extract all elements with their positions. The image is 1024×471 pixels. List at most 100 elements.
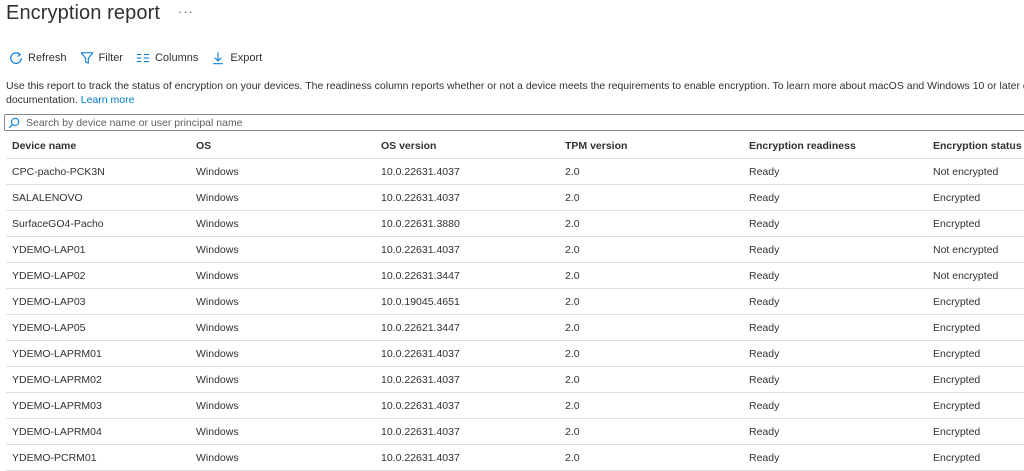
report-description: Use this report to track the status of e…	[6, 79, 1024, 107]
cell-encryption-readiness: Ready	[749, 425, 780, 438]
column-header-os-version[interactable]: OS version	[381, 134, 436, 158]
table-row[interactable]: YDEMO-LAPRM02 Windows 10.0.22631.4037 2.0 Re…	[6, 367, 1024, 393]
refresh-label: Refresh	[28, 52, 67, 64]
column-header-tpm-version[interactable]: TPM version	[565, 134, 627, 158]
table-row[interactable]: YDEMO-PCRM01 Windows 10.0.22631.4037 2.0 Rea…	[6, 445, 1024, 471]
cell-tpm-version: 2.0	[565, 347, 580, 360]
table-row[interactable]: YDEMO-LAPRM04 Windows 10.0.22631.4037 2.0 Re…	[6, 419, 1024, 445]
columns-label: Columns	[154, 52, 199, 64]
cell-os: Windows	[196, 373, 239, 386]
cell-os-version: 10.0.22631.4037	[381, 373, 460, 386]
table-row[interactable]: YDEMO-LAP01 Windows 10.0.22631.4037 2.0 Read…	[6, 237, 1024, 263]
cell-os-version: 10.0.22631.3880	[381, 217, 460, 230]
table-row[interactable]: YDEMO-LAP02 Windows 10.0.22631.3447 2.0 Read…	[6, 263, 1024, 289]
cell-tpm-version: 2.0	[565, 399, 580, 412]
more-options-button[interactable]: ···	[178, 4, 194, 19]
cell-os-version: 10.0.22621.3447	[381, 321, 460, 334]
cell-encryption-status: Encrypted	[933, 217, 981, 230]
cell-os: Windows	[196, 347, 239, 360]
cell-os: Windows	[196, 451, 239, 464]
cell-os-version: 10.0.19045.4651	[381, 295, 460, 308]
refresh-button[interactable]: Refresh	[8, 50, 67, 66]
cell-device-name: YDEMO-LAP05	[12, 321, 86, 334]
cell-tpm-version: 2.0	[565, 217, 580, 230]
cell-device-name: YDEMO-LAPRM02	[12, 373, 102, 386]
table-row[interactable]: YDEMO-LAP03 Windows 10.0.19045.4651 2.0 Read…	[6, 289, 1024, 315]
columns-button[interactable]: Columns	[135, 50, 198, 66]
filter-label: Filter	[98, 52, 123, 64]
cell-os: Windows	[196, 425, 239, 438]
cell-device-name: CPC-pacho-PCK3N	[12, 165, 105, 178]
cell-tpm-version: 2.0	[565, 425, 580, 438]
export-label: Export	[230, 52, 263, 64]
cell-os-version: 10.0.22631.4037	[381, 347, 460, 360]
description-line-1: Use this report to track the status of e…	[6, 80, 1024, 92]
cell-os-version: 10.0.22631.4037	[381, 165, 460, 178]
cell-os: Windows	[196, 295, 239, 308]
cell-os-version: 10.0.22631.4037	[381, 451, 460, 464]
cell-os: Windows	[196, 321, 239, 334]
cell-encryption-readiness: Ready	[749, 191, 780, 204]
filter-icon	[79, 50, 95, 66]
filter-button[interactable]: Filter	[79, 50, 123, 66]
cell-encryption-status: Encrypted	[933, 347, 981, 360]
encryption-table: Device name OS OS version TPM version En…	[6, 134, 1024, 471]
export-button[interactable]: Export	[210, 50, 262, 66]
cell-encryption-readiness: Ready	[749, 399, 780, 412]
table-row[interactable]: SurfaceGO4-Pacho Windows 10.0.22631.3880 2.…	[6, 211, 1024, 237]
column-header-encryption-readiness[interactable]: Encryption readiness	[749, 134, 856, 158]
cell-encryption-status: Encrypted	[933, 425, 981, 438]
column-header-os[interactable]: OS	[196, 134, 211, 158]
table-header-row: Device name OS OS version TPM version En…	[6, 134, 1024, 159]
cell-encryption-readiness: Ready	[749, 269, 780, 282]
cell-device-name: SALALENOVO	[12, 191, 83, 204]
page-header: Encryption report ···	[6, 0, 194, 26]
columns-icon	[135, 50, 151, 66]
description-line-2-text: documentation.	[6, 94, 78, 106]
table-row[interactable]: YDEMO-LAPRM01 Windows 10.0.22631.4037 2.0 Re…	[6, 341, 1024, 367]
cell-os-version: 10.0.22631.4037	[381, 425, 460, 438]
learn-more-link[interactable]: Learn more	[81, 94, 135, 106]
cell-encryption-readiness: Ready	[749, 373, 780, 386]
column-header-encryption-status[interactable]: Encryption status	[933, 134, 1022, 158]
cell-tpm-version: 2.0	[565, 191, 580, 204]
table-row[interactable]: SALALENOVO Windows 10.0.22631.4037 2.0 Ready…	[6, 185, 1024, 211]
cell-tpm-version: 2.0	[565, 165, 580, 178]
cell-encryption-readiness: Ready	[749, 217, 780, 230]
cell-tpm-version: 2.0	[565, 269, 580, 282]
search-input[interactable]	[26, 116, 926, 129]
cell-encryption-readiness: Ready	[749, 295, 780, 308]
cell-encryption-readiness: Ready	[749, 451, 780, 464]
cell-encryption-readiness: Ready	[749, 347, 780, 360]
search-icon	[8, 116, 22, 130]
cell-device-name: YDEMO-LAP01	[12, 243, 86, 256]
description-line-2: documentation. Learn more	[6, 93, 1024, 107]
cell-os: Windows	[196, 217, 239, 230]
cell-encryption-status: Not encrypted	[933, 269, 999, 282]
command-bar: Refresh Filter Columns Export	[8, 47, 274, 69]
export-icon	[210, 50, 226, 66]
cell-tpm-version: 2.0	[565, 451, 580, 464]
cell-tpm-version: 2.0	[565, 373, 580, 386]
cell-device-name: YDEMO-LAP03	[12, 295, 86, 308]
table-row[interactable]: YDEMO-LAPRM03 Windows 10.0.22631.4037 2.0 Re…	[6, 393, 1024, 419]
cell-os: Windows	[196, 269, 239, 282]
column-header-device-name[interactable]: Device name	[12, 134, 76, 158]
table-body: CPC-pacho-PCK3N Windows 10.0.22631.4037 2.0…	[6, 159, 1024, 471]
table-row[interactable]: CPC-pacho-PCK3N Windows 10.0.22631.4037 2.0…	[6, 159, 1024, 185]
cell-device-name: SurfaceGO4-Pacho	[12, 217, 104, 230]
cell-device-name: YDEMO-LAPRM03	[12, 399, 102, 412]
cell-tpm-version: 2.0	[565, 243, 580, 256]
cell-device-name: YDEMO-LAPRM04	[12, 425, 102, 438]
cell-tpm-version: 2.0	[565, 295, 580, 308]
cell-device-name: YDEMO-LAP02	[12, 269, 86, 282]
search-box[interactable]	[4, 114, 1024, 131]
cell-os-version: 10.0.22631.4037	[381, 243, 460, 256]
cell-encryption-readiness: Ready	[749, 243, 780, 256]
cell-encryption-status: Not encrypted	[933, 165, 999, 178]
cell-os: Windows	[196, 243, 239, 256]
page-title: Encryption report	[6, 1, 160, 24]
table-row[interactable]: YDEMO-LAP05 Windows 10.0.22621.3447 2.0 Read…	[6, 315, 1024, 341]
cell-os: Windows	[196, 399, 239, 412]
cell-encryption-readiness: Ready	[749, 165, 780, 178]
